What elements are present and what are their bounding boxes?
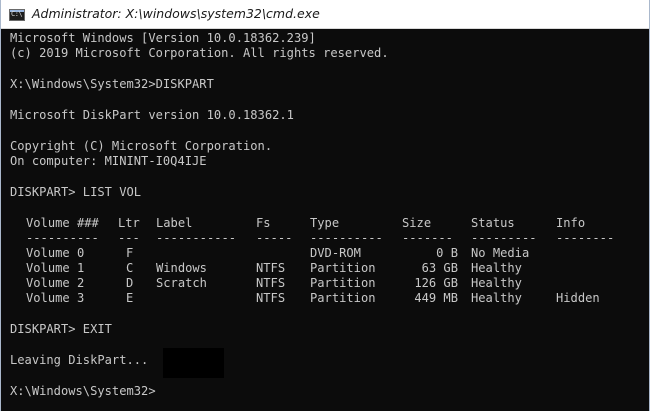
separator-fs: ----- [256,231,293,245]
cell-status: Healthy [471,261,522,275]
separator-info: -------- [556,231,615,245]
leaving-diskpart: Leaving DiskPart... [10,353,149,367]
cell-type: Partition [310,261,376,275]
cell-ltr: E [126,291,134,305]
cell-status: Healthy [471,276,522,290]
cell-info: Hidden [556,291,600,305]
cmd-window: C:\ Administrator: X:\windows\system32\c… [0,0,650,411]
cell-label: Windows [156,261,207,275]
header-type: Type [310,216,340,230]
header-volume: Volume ### [26,216,99,230]
computer-line: On computer: MININT-I0Q4IJE [10,154,207,168]
cell-type: Partition [310,291,376,305]
cell-volume: Volume 1 [26,261,85,275]
cell-size: 63 GB [421,261,458,275]
diskpart-version: Microsoft DiskPart version 10.0.18362.1 [10,108,294,122]
console-output[interactable]: Microsoft Windows [Version 10.0.18362.23… [1,29,649,411]
cell-type: DVD-ROM [310,246,361,260]
cell-status: No Media [471,246,530,260]
header-status: Status [471,216,515,230]
separator-status: --------- [471,231,537,245]
cell-ltr: C [126,261,134,275]
cell-status: Healthy [471,291,522,305]
cell-ltr: D [126,276,134,290]
command-list-vol: DISKPART> LIST VOL [10,185,142,199]
separator-volume: ---------- [26,231,99,245]
cell-type: Partition [310,276,376,290]
header-label: Label [156,216,193,230]
cell-size: 0 B [436,246,458,260]
cell-fs: NTFS [256,261,286,275]
header-info: Info [556,216,586,230]
command-diskpart: X:\Windows\System32>DISKPART [10,77,214,91]
cmd-icon-glyph: C:\ [11,10,23,18]
title-bar[interactable]: C:\ Administrator: X:\windows\system32\c… [1,0,649,29]
redaction-box [163,348,224,378]
copyright-line: Copyright (C) Microsoft Corporation. [10,139,273,153]
cmd-icon: C:\ [9,9,25,21]
command-exit: DISKPART> EXIT [10,322,112,336]
banner-line-2: (c) 2019 Microsoft Corporation. All righ… [10,46,389,60]
cell-volume: Volume 3 [26,291,85,305]
separator-ltr: --- [118,231,140,245]
cell-label: Scratch [156,276,207,290]
header-size: Size [402,216,432,230]
separator-label: ----------- [156,231,237,245]
separator-size: ------- [402,231,453,245]
banner-line-1: Microsoft Windows [Version 10.0.18362.23… [10,31,316,45]
cell-fs: NTFS [256,276,286,290]
cell-size: 126 GB [414,276,458,290]
cell-ltr: F [126,246,134,260]
header-fs: Fs [256,216,271,230]
header-ltr: Ltr [118,216,140,230]
cell-fs: NTFS [256,291,286,305]
cell-volume: Volume 0 [26,246,85,260]
separator-type: ---------- [310,231,383,245]
cell-size: 449 MB [414,291,458,305]
final-prompt[interactable]: X:\Windows\System32> [10,384,156,399]
window-title: Administrator: X:\windows\system32\cmd.e… [32,6,320,21]
cell-volume: Volume 2 [26,276,85,290]
